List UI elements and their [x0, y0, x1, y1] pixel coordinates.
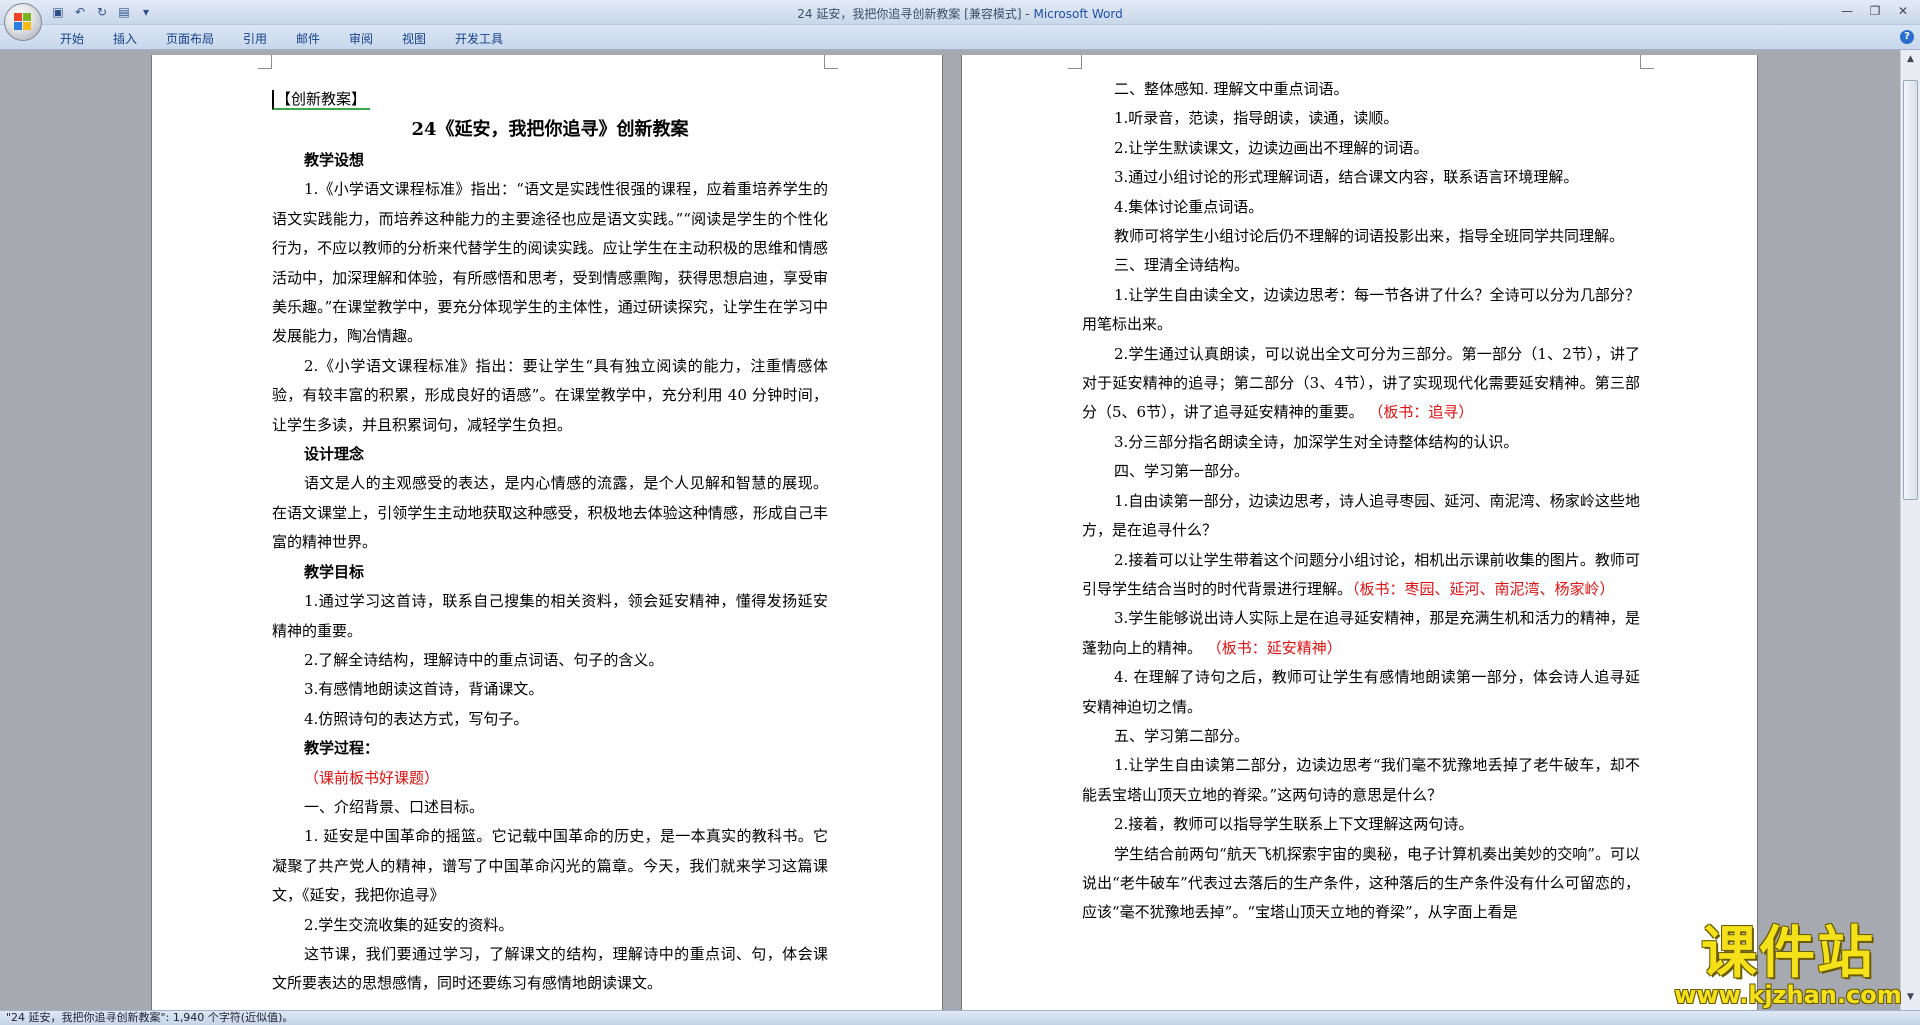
- office-logo-icon: [14, 13, 32, 31]
- document-title-heading: 24《延安，我把你追寻》创新教案: [411, 119, 689, 140]
- paragraph-text: 1.让学生自由读全文，边读边思考：每一节各讲了什么？全诗可以分为几部分？用笔标出…: [1082, 285, 1640, 334]
- document-title: 24 延安，我把你追寻创新教案 [兼容模式] -: [797, 7, 1034, 21]
- paragraph: 1.让学生自由读全文，边读边思考：每一节各讲了什么？全诗可以分为几部分？用笔标出…: [1082, 281, 1640, 340]
- paragraph-text: 3.学生能够说出诗人实际上是在追寻延安精神，那是充满生机和活力的精神，是蓬勃向上…: [1082, 609, 1640, 657]
- window-controls: — ❐ ✕: [1834, 2, 1916, 20]
- tab-references[interactable]: 引用: [243, 30, 267, 47]
- watermark-url: www.kjzhan.com: [1674, 981, 1902, 1009]
- paragraph: 1.《小学语文课程标准》指出：“语文是实践性很强的课程，应着重培养学生的语文实践…: [272, 180, 828, 346]
- paragraph: 语文是人的主观感受的表达，是内心情感的流露，是个人见解和智慧的展现。在语文课堂上…: [272, 474, 828, 552]
- paragraph: 二、整体感知. 理解文中重点词语。: [1082, 75, 1640, 104]
- paragraph: 2.让学生默读课文，边读边画出不理解的词语。: [1082, 134, 1640, 163]
- paragraph: 1.听录音，范读，指导朗读，读通，读顺。: [1082, 104, 1640, 133]
- tab-mailings[interactable]: 邮件: [296, 30, 320, 47]
- status-bar: "24 延安，我把你追寻创新教案": 1,940 个字符(近似值)。: [0, 1010, 1920, 1025]
- paragraph-text: 2.让学生默读课文，边读边画出不理解的词语。: [1114, 138, 1429, 157]
- paragraph: 3.有感情地朗读这首诗，背诵课文。: [304, 680, 544, 699]
- margin-corner-mark: [824, 55, 838, 69]
- paragraph-text: 1.让学生自由读第二部分，边读边思考“我们毫不犹豫地丢掉了老牛破车，却不能丢宝塔…: [1082, 756, 1640, 804]
- paragraph: 2.了解全诗结构，理解诗中的重点词语、句子的含义。: [304, 650, 664, 669]
- paragraph: 1.通过学习这首诗，联系自己搜集的相关资料，领会延安精神，懂得发扬延安精神的重要…: [272, 592, 828, 640]
- margin-corner-mark: [1068, 55, 1082, 69]
- restore-icon[interactable]: ❐: [1862, 2, 1888, 20]
- board-note: （板书：追寻）: [1363, 403, 1474, 422]
- vertical-scrollbar[interactable]: ▲ ▼: [1900, 50, 1920, 1010]
- paragraph: 3.学生能够说出诗人实际上是在追寻延安精神，那是充满生机和活力的精神，是蓬勃向上…: [1082, 604, 1640, 663]
- paragraph: 学生结合前两句“航天飞机探索宇宙的奥秘，电子计算机奏出美妙的交响”。可以说出“老…: [1082, 840, 1640, 928]
- status-text: "24 延安，我把你追寻创新教案": 1,940 个字符(近似值)。: [6, 1011, 294, 1024]
- paragraph: 2.接着，教师可以指导学生联系上下文理解这两句诗。: [1082, 810, 1640, 839]
- paragraph: （课前板书好课题）: [304, 768, 440, 787]
- paragraph-text: 3.分三部分指名朗读全诗，加深学生对全诗整体结构的认识。: [1114, 432, 1519, 451]
- left-page-content: 【创新教案】 24《延安，我把你追寻》创新教案 教学设想 1.《小学语文课程标准》…: [272, 85, 828, 999]
- paragraph: 2.学生交流收集的延安的资料。: [304, 915, 514, 934]
- section-heading: 教学过程：: [304, 739, 380, 758]
- section-heading: 设计理念: [304, 445, 365, 464]
- paragraph-text: 4. 在理解了诗句之后，教师可让学生有感情地朗读第一部分，体会诗人追寻延安精神迫…: [1082, 668, 1640, 716]
- tab-view[interactable]: 视图: [402, 30, 426, 47]
- tab-home[interactable]: 开始: [60, 30, 84, 47]
- page-right[interactable]: 二、整体感知. 理解文中重点词语。 1.听录音，范读，指导朗读，读通，读顺。 2.让…: [962, 55, 1757, 1010]
- right-page-content: 二、整体感知. 理解文中重点词语。 1.听录音，范读，指导朗读，读通，读顺。 2.让…: [1082, 75, 1640, 928]
- paragraph: 三、理清全诗结构。: [1082, 251, 1640, 280]
- paragraph: 一、介绍背景、口述目标。: [304, 797, 485, 816]
- section-heading: 教学目标: [304, 562, 365, 581]
- paragraph-text: 学生结合前两句“航天飞机探索宇宙的奥秘，电子计算机奏出美妙的交响”。可以说出“老…: [1082, 844, 1640, 922]
- close-icon[interactable]: ✕: [1890, 2, 1916, 20]
- paragraph-text: 3.通过小组讨论的形式理解词语，结合课文内容，联系语言环境理解。: [1114, 168, 1579, 187]
- paragraph: 4. 在理解了诗句之后，教师可让学生有感情地朗读第一部分，体会诗人追寻延安精神迫…: [1082, 663, 1640, 722]
- tab-developer[interactable]: 开发工具: [455, 30, 503, 47]
- tab-insert[interactable]: 插入: [113, 30, 137, 47]
- paragraph-text: 2.学生通过认真朗读，可以说出全文可分为三部分。第一部分（1、2节），讲了对于延…: [1082, 344, 1640, 422]
- paragraph: 4.集体讨论重点词语。: [1082, 193, 1640, 222]
- ribbon-tabs: 开始 插入 页面布局 引用 邮件 审阅 视图 开发工具 ?: [0, 25, 1920, 50]
- section-heading: 教学设想: [304, 151, 365, 169]
- tab-page-layout[interactable]: 页面布局: [166, 30, 214, 47]
- document-area: 【创新教案】 24《延安，我把你追寻》创新教案 教学设想 1.《小学语文课程标准》…: [0, 50, 1900, 1010]
- minimize-icon[interactable]: —: [1834, 2, 1860, 20]
- paragraph: 四、学习第一部分。: [1082, 457, 1640, 486]
- margin-corner-mark: [1640, 55, 1654, 69]
- board-note: （板书：延安精神）: [1202, 638, 1342, 657]
- paragraph: 五、学习第二部分。: [1082, 722, 1640, 751]
- paragraph: 4.仿照诗句的表达方式，写句子。: [304, 709, 529, 728]
- paragraph: 1.自由读第一部分，边读边思考，诗人追寻枣园、延河、南泥湾、杨家岭这些地方，是在…: [1082, 487, 1640, 546]
- left-paragraphs: 教学设想 1.《小学语文课程标准》指出：“语文是实践性很强的课程，应着重培养学生的…: [272, 146, 828, 999]
- office-button[interactable]: [4, 3, 42, 41]
- paragraph: 2.《小学语文课程标准》指出：要让学生“具有独立阅读的能力，注重情感体验，有较丰…: [272, 356, 828, 434]
- board-note: （板书：枣园、延河、南泥湾、杨家岭）: [1352, 579, 1615, 598]
- paragraph-text: 1.自由读第一部分，边读边思考，诗人追寻枣园、延河、南泥湾、杨家岭这些地方，是在…: [1082, 491, 1640, 540]
- paragraph: 1. 延安是中国革命的摇篮。它记载中国革命的历史，是一本真实的教科书。它凝聚了共…: [272, 827, 828, 905]
- scrollbar-thumb[interactable]: [1903, 80, 1918, 500]
- margin-corner-mark: [258, 55, 272, 69]
- paragraph-text: 四、学习第一部分。: [1114, 462, 1250, 481]
- paragraph-text: 4.集体讨论重点词语。: [1114, 197, 1264, 216]
- page-left[interactable]: 【创新教案】 24《延安，我把你追寻》创新教案 教学设想 1.《小学语文课程标准》…: [152, 55, 942, 1010]
- help-icon[interactable]: ?: [1900, 30, 1914, 44]
- scroll-up-icon[interactable]: ▲: [1903, 52, 1918, 66]
- window-title: 24 延安，我把你追寻创新教案 [兼容模式] - Microsoft Word: [0, 5, 1920, 22]
- paragraph: 教师可将学生小组讨论后仍不理解的词语投影出来，指导全班同学共同理解。: [1082, 222, 1640, 251]
- watermark-title: 课件站: [1701, 921, 1875, 986]
- app-name: Microsoft Word: [1033, 7, 1123, 21]
- paragraph: 3.通过小组讨论的形式理解词语，结合课文内容，联系语言环境理解。: [1082, 163, 1640, 192]
- title-bar: ▣ ↶ ↻ ▤ ▾ 24 延安，我把你追寻创新教案 [兼容模式] - Micro…: [0, 0, 1920, 25]
- right-paragraphs: 二、整体感知. 理解文中重点词语。 1.听录音，范读，指导朗读，读通，读顺。 2.让…: [1082, 75, 1640, 928]
- paragraph: 3.分三部分指名朗读全诗，加深学生对全诗整体结构的认识。: [1082, 428, 1640, 457]
- paragraph-text: 2.接着，教师可以指导学生联系上下文理解这两句诗。: [1114, 815, 1474, 834]
- document-tag: 【创新教案】: [272, 90, 371, 110]
- paragraph-text: 五、学习第二部分。: [1114, 726, 1250, 745]
- paragraph-text: 二、整体感知. 理解文中重点词语。: [1114, 80, 1349, 98]
- tab-review[interactable]: 审阅: [349, 30, 373, 47]
- paragraph: 这节课，我们要通过学习，了解课文的结构，理解诗中的重点词、句，体会课文所要表达的…: [272, 944, 828, 993]
- paragraph-text: 1.听录音，范读，指导朗读，读通，读顺。: [1114, 109, 1399, 128]
- paragraph-text: 教师可将学生小组讨论后仍不理解的词语投影出来，指导全班同学共同理解。: [1114, 227, 1625, 246]
- paragraph: 1.让学生自由读第二部分，边读边思考“我们毫不犹豫地丢掉了老牛破车，却不能丢宝塔…: [1082, 751, 1640, 810]
- paragraph-text: 三、理清全诗结构。: [1114, 256, 1250, 275]
- paragraph: 2.接着可以让学生带着这个问题分小组讨论，相机出示课前收集的图片。教师可引导学生…: [1082, 546, 1640, 605]
- paragraph: 2.学生通过认真朗读，可以说出全文可分为三部分。第一部分（1、2节），讲了对于延…: [1082, 340, 1640, 428]
- watermark-logo: 课件站 www.kjzhan.com: [1668, 921, 1908, 1009]
